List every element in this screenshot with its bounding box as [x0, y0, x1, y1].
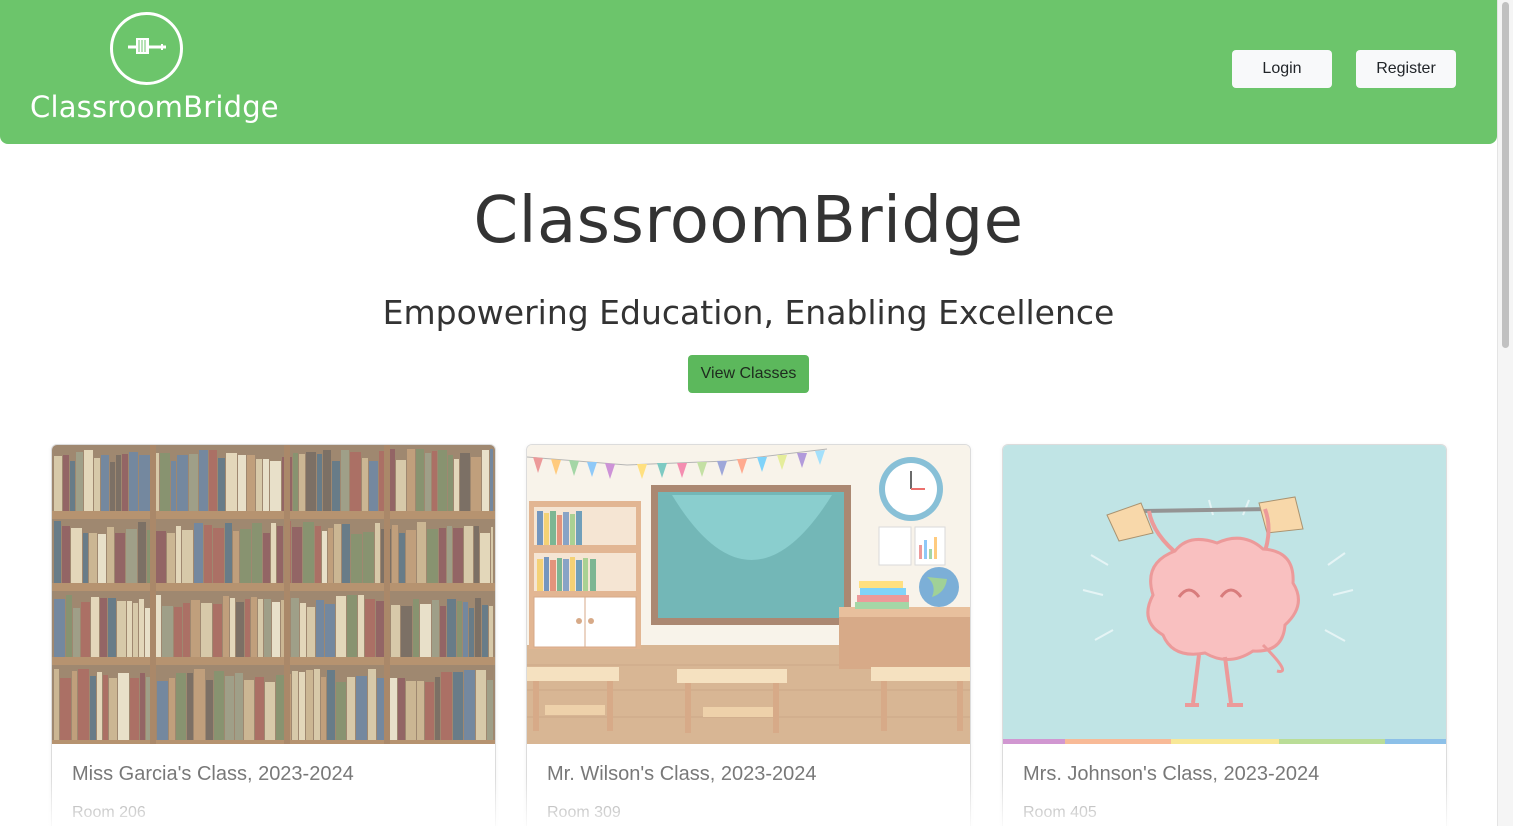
class-card-room: Room 405 [1023, 804, 1097, 821]
login-button[interactable]: Login [1232, 50, 1332, 88]
page-scrollbar[interactable] [1497, 0, 1513, 826]
view-classes-button[interactable]: View Classes [688, 355, 809, 393]
bridge-logo-icon [110, 12, 183, 85]
hero-subtitle: Empowering Education, Enabling Excellenc… [382, 293, 1115, 332]
hero-title: ClassroomBridge [473, 184, 1024, 258]
class-card-title[interactable]: Mrs. Johnson's Class, 2023-2024 [1023, 763, 1319, 786]
scrollbar-thumb[interactable] [1502, 2, 1509, 348]
bookshelf-image [52, 445, 495, 744]
page: ClassroomBridge Login Register Classroom… [0, 0, 1513, 826]
class-card-title[interactable]: Mr. Wilson's Class, 2023-2024 [547, 763, 816, 786]
class-card[interactable]: Miss Garcia's Class, 2023-2024 Room 206 [51, 444, 496, 826]
brand-link[interactable]: ClassroomBridge [30, 12, 279, 132]
class-card-room: Room 309 [547, 804, 621, 821]
navbar: ClassroomBridge Login Register [0, 0, 1497, 144]
register-button[interactable]: Register [1356, 50, 1456, 88]
class-card[interactable]: Mr. Wilson's Class, 2023-2024 Room 309 [526, 444, 971, 826]
brand-name: ClassroomBridge [30, 90, 279, 124]
class-card[interactable]: Mrs. Johnson's Class, 2023-2024 Room 405 [1002, 444, 1447, 826]
brain-weightlifting-image [1003, 445, 1446, 744]
class-card-title[interactable]: Miss Garcia's Class, 2023-2024 [72, 763, 354, 786]
class-card-room: Room 206 [72, 804, 146, 821]
classroom-image [527, 445, 970, 744]
